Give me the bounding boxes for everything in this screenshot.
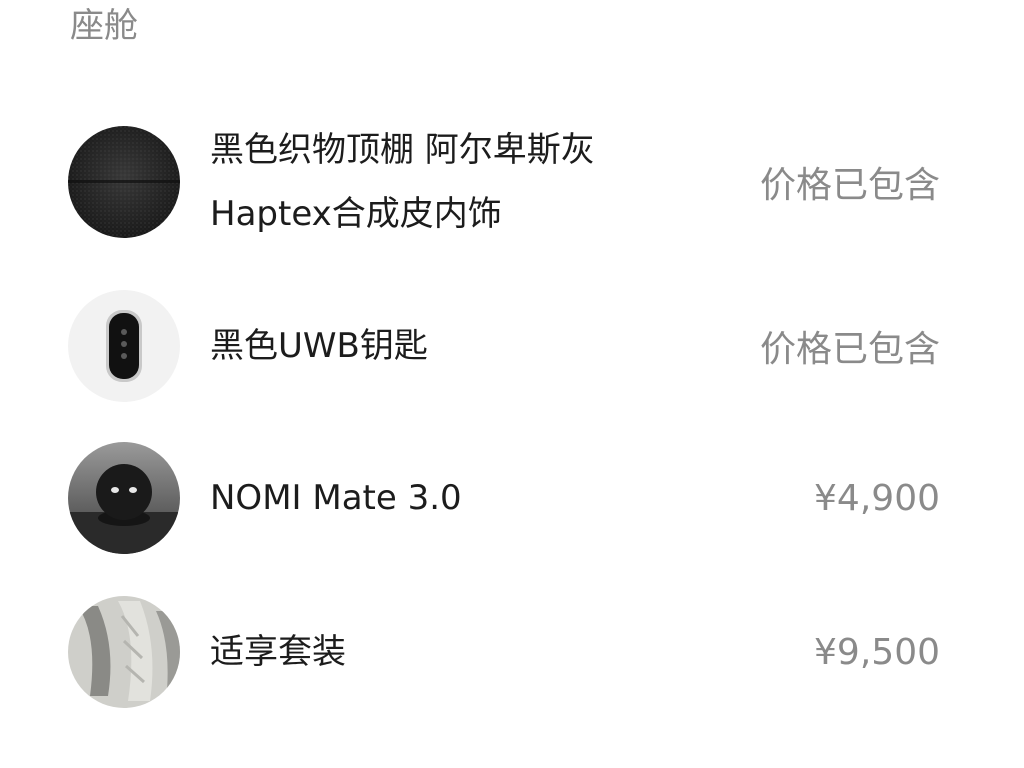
option-name-line1: 黑色UWB钥匙 (210, 326, 428, 366)
section-title: 座舱 (70, 6, 138, 46)
option-name: 黑色UWB钥匙 (210, 314, 760, 378)
option-item-fabric-headliner[interactable]: 黑色织物顶棚 阿尔卑斯灰 Haptex合成皮内饰 价格已包含 (68, 118, 940, 246)
nomi-mate-robot-image (68, 442, 180, 554)
option-item-uwb-key[interactable]: 黑色UWB钥匙 价格已包含 (68, 290, 940, 402)
option-name-line1: 适享套装 (210, 632, 346, 672)
option-name-line2: Haptex合成皮内饰 (210, 194, 502, 234)
option-name: 适享套装 (210, 620, 814, 684)
seat-interior-image (68, 596, 180, 708)
option-price: ¥9,500 (814, 631, 940, 673)
option-name-line1: 黑色织物顶棚 阿尔卑斯灰 (210, 130, 595, 170)
option-item-nomi-mate[interactable]: NOMI Mate 3.0 ¥4,900 (68, 442, 940, 554)
uwb-key-fob-image (68, 290, 180, 402)
option-name: 黑色织物顶棚 阿尔卑斯灰 Haptex合成皮内饰 (210, 118, 760, 246)
option-price: ¥4,900 (814, 477, 940, 519)
option-name: NOMI Mate 3.0 (210, 466, 814, 530)
option-price: 价格已包含 (759, 165, 940, 206)
option-price: 价格已包含 (759, 329, 940, 370)
cockpit-options-page: 座舱 黑色织物顶棚 阿尔卑斯灰 Haptex合成皮内饰 价格已包含 黑色UWB钥… (0, 0, 1024, 768)
option-name-line1: NOMI Mate 3.0 (210, 478, 462, 518)
black-fabric-swatch-image (68, 126, 180, 238)
option-item-comfort-package[interactable]: 适享套装 ¥9,500 (68, 596, 940, 708)
